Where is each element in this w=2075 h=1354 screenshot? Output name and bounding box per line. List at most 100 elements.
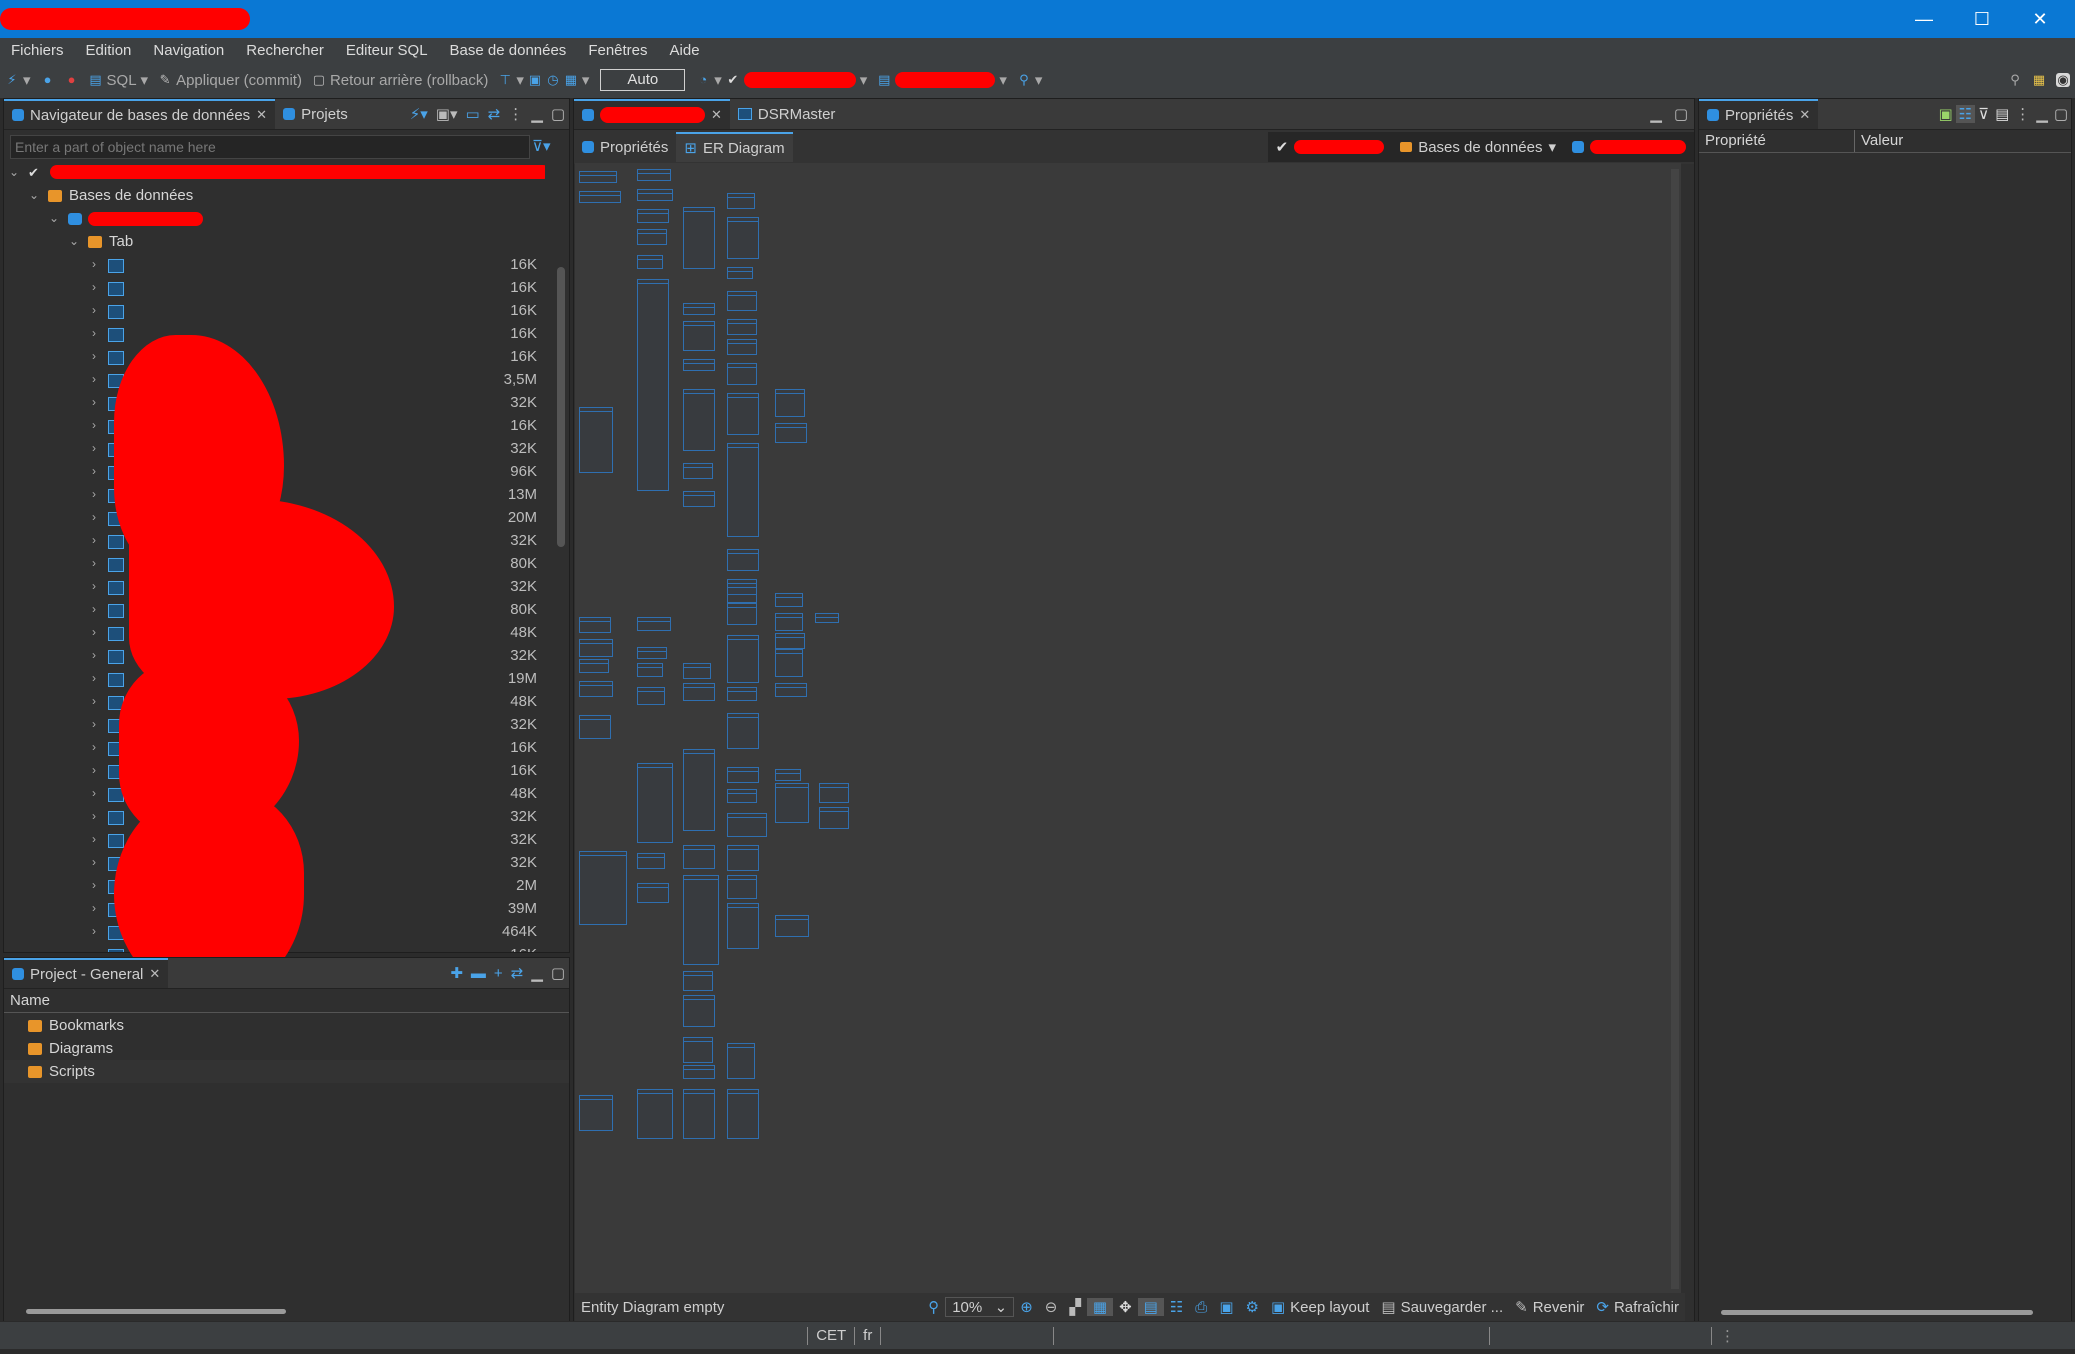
- chevron-right-icon[interactable]: ›: [88, 552, 100, 575]
- tab-redacted-database[interactable]: ✕: [574, 99, 730, 129]
- er-entity[interactable]: [727, 789, 757, 803]
- locale-indicator[interactable]: fr: [863, 1327, 872, 1344]
- tree-connection[interactable]: ⌄ ✔: [4, 161, 545, 184]
- er-entity[interactable]: [727, 339, 757, 355]
- global-search-button[interactable]: ⚲: [2003, 73, 2027, 87]
- chevron-down-icon[interactable]: ⌄: [68, 230, 80, 253]
- attributes-button[interactable]: ☷: [1164, 1298, 1189, 1316]
- er-entity[interactable]: [579, 639, 613, 657]
- pin-icon[interactable]: ▣: [1935, 105, 1955, 123]
- keep-layout-button[interactable]: ▣ Keep layout: [1265, 1298, 1375, 1317]
- tab-properties[interactable]: Propriétés ✕: [1699, 99, 1819, 129]
- view-menu-icon[interactable]: ⋮: [2012, 105, 2033, 123]
- er-entity[interactable]: [727, 687, 757, 701]
- er-entity[interactable]: [727, 767, 759, 783]
- grid-button[interactable]: ▦: [1086, 1298, 1114, 1316]
- chevron-right-icon[interactable]: ›: [88, 483, 100, 506]
- refresh-button[interactable]: ⟳ Rafraîchir: [1590, 1298, 1685, 1317]
- chevron-right-icon[interactable]: ›: [88, 437, 100, 460]
- chevron-right-icon[interactable]: ›: [88, 575, 100, 598]
- er-entity[interactable]: [727, 291, 757, 311]
- settings-button[interactable]: ⚙: [1240, 1298, 1265, 1316]
- tab-dsrmaster[interactable]: DSRMaster: [730, 99, 844, 129]
- er-entity[interactable]: [579, 715, 611, 739]
- chevron-right-icon[interactable]: ›: [88, 713, 100, 736]
- chevron-right-icon[interactable]: ›: [88, 598, 100, 621]
- er-entity[interactable]: [579, 681, 613, 697]
- er-entity[interactable]: [683, 463, 713, 479]
- er-entity[interactable]: [727, 583, 757, 603]
- minimize-icon[interactable]: ▁: [527, 964, 547, 982]
- menu-editeur-sql[interactable]: Editeur SQL: [335, 42, 439, 59]
- close-icon[interactable]: ✕: [1799, 107, 1810, 123]
- chevron-right-icon[interactable]: ›: [88, 368, 100, 391]
- move-button[interactable]: ✥: [1113, 1298, 1138, 1316]
- chevron-down-icon[interactable]: ⌄: [28, 184, 40, 207]
- database-selector[interactable]: ▤ ▾: [872, 71, 1012, 89]
- er-entity[interactable]: [727, 443, 759, 537]
- er-entity[interactable]: [727, 363, 757, 385]
- er-entity[interactable]: [579, 191, 621, 203]
- chevron-right-icon[interactable]: ›: [88, 782, 100, 805]
- er-entity[interactable]: [727, 1043, 755, 1079]
- er-entity[interactable]: [775, 769, 801, 781]
- breadcrumb-connection[interactable]: ✔: [1267, 132, 1393, 162]
- er-entity[interactable]: [819, 807, 849, 829]
- er-entity[interactable]: [727, 603, 757, 625]
- er-entity[interactable]: [775, 783, 809, 823]
- er-entity[interactable]: [637, 189, 673, 201]
- collapse-icon[interactable]: ▤: [1992, 105, 2012, 123]
- er-entity[interactable]: [683, 845, 715, 869]
- save-button[interactable]: ▤ Sauvegarder ...: [1375, 1298, 1509, 1317]
- chevron-right-icon[interactable]: ›: [88, 759, 100, 782]
- er-entity[interactable]: [727, 549, 759, 571]
- schema-selector[interactable]: ◔ ▾ ✔ ▾: [691, 71, 872, 89]
- zoom-out-button[interactable]: ⊖: [1039, 1298, 1064, 1316]
- auto-commit-field[interactable]: Auto: [600, 69, 686, 91]
- er-entity[interactable]: [775, 389, 805, 417]
- zoom-select[interactable]: 10% ⌄: [945, 1297, 1015, 1317]
- zoom-search-button[interactable]: ⚲: [922, 1298, 945, 1316]
- chevron-right-icon[interactable]: ›: [88, 805, 100, 828]
- transaction-mode-button[interactable]: ⊤ ▾ ▣ ◷ ▦ ▾: [493, 71, 594, 89]
- maximize-button[interactable]: ☐: [1953, 0, 2011, 38]
- collapse-icon[interactable]: ▬: [467, 965, 490, 982]
- er-entity[interactable]: [775, 633, 805, 649]
- collapse-all-icon[interactable]: ▭: [462, 105, 484, 123]
- er-entity[interactable]: [637, 279, 669, 491]
- new-connection-icon[interactable]: ⚡▾: [406, 105, 432, 123]
- chevron-right-icon[interactable]: ›: [88, 736, 100, 759]
- table-row[interactable]: › 16K: [4, 253, 545, 276]
- er-entity[interactable]: [637, 883, 669, 903]
- er-entity[interactable]: [637, 853, 665, 869]
- categories-icon[interactable]: ☷: [1955, 105, 1976, 123]
- tree-tables-folder[interactable]: ⌄ Tab: [4, 230, 545, 253]
- menu-fenetres[interactable]: Fenêtres: [577, 42, 658, 59]
- er-entity[interactable]: [637, 617, 671, 631]
- er-entity[interactable]: [637, 255, 663, 269]
- er-entity[interactable]: [683, 491, 715, 507]
- tab-project-general[interactable]: Project - General ✕: [4, 958, 169, 988]
- maximize-icon[interactable]: ▢: [1668, 105, 1694, 123]
- print-button[interactable]: ⎙: [1189, 1299, 1213, 1316]
- disconnect-button[interactable]: ●: [60, 73, 84, 87]
- er-entity[interactable]: [683, 1065, 715, 1079]
- er-entity[interactable]: [727, 393, 759, 435]
- zoom-in-button[interactable]: ⊕: [1014, 1298, 1039, 1316]
- er-entity[interactable]: [579, 171, 617, 183]
- chevron-right-icon[interactable]: ›: [88, 276, 100, 299]
- view-menu-icon[interactable]: ⋮: [504, 105, 527, 123]
- er-entity[interactable]: [579, 659, 609, 673]
- er-entity[interactable]: [775, 649, 803, 677]
- table-row[interactable]: › 16K: [4, 345, 545, 368]
- chevron-right-icon[interactable]: ›: [88, 943, 100, 952]
- tree-databases[interactable]: ⌄ Bases de données: [4, 184, 545, 207]
- maximize-icon[interactable]: ▢: [547, 964, 569, 982]
- rollback-button[interactable]: ▢ Retour arrière (rollback): [307, 72, 493, 89]
- er-entity[interactable]: [727, 267, 753, 279]
- commit-button[interactable]: ✎ Appliquer (commit): [153, 72, 307, 89]
- close-icon[interactable]: ✕: [149, 966, 160, 982]
- er-entity[interactable]: [727, 635, 759, 683]
- minimize-icon[interactable]: ▁: [1644, 105, 1668, 123]
- er-entity[interactable]: [775, 915, 809, 937]
